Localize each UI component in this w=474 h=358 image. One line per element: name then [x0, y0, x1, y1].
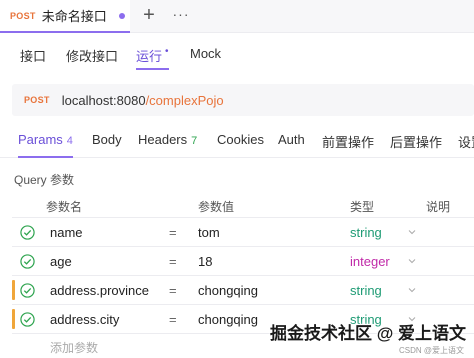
header-type: 类型 — [350, 200, 375, 214]
table-row: name = tom string — [12, 218, 474, 247]
url-method[interactable]: POST — [24, 95, 50, 105]
tab-label: 后置操作 — [390, 135, 443, 150]
check-circle-icon[interactable] — [20, 254, 35, 269]
plus-icon: + — [143, 4, 155, 26]
row-change-marker — [12, 280, 15, 300]
unsaved-dot-icon — [118, 12, 125, 19]
check-circle-icon[interactable] — [20, 283, 35, 298]
more-icon: ··· — [172, 6, 190, 22]
request-tab-method: POST — [10, 10, 36, 21]
chevron-down-icon[interactable] — [408, 228, 416, 236]
params-count-badge: 4 — [66, 135, 73, 147]
tab-headers[interactable]: Headers 7 — [138, 132, 197, 158]
url-bar[interactable]: POST localhost:8080/complexPojo — [12, 84, 474, 116]
param-value[interactable]: tom — [198, 225, 220, 240]
tab-label: Headers — [138, 132, 188, 147]
param-name[interactable]: address.city — [50, 312, 119, 327]
equals-sign: = — [169, 283, 177, 298]
tab-cookies[interactable]: Cookies — [217, 132, 264, 158]
add-parameter-placeholder: 添加参数 — [50, 341, 99, 355]
tab-pre-processors[interactable]: 前置操作 — [322, 132, 374, 158]
header-value: 参数值 — [198, 200, 235, 214]
tab-label: Params — [18, 132, 63, 147]
table-header: 参数名 参数值 类型 说明 — [12, 192, 474, 218]
param-value[interactable]: chongqing — [198, 283, 258, 298]
tab-label: 运行 — [136, 49, 163, 64]
check-circle-icon[interactable] — [20, 225, 35, 240]
watermark: 掘金技术社区 @ 爱上语文 — [269, 324, 466, 343]
tab-params[interactable]: Params 4 — [18, 132, 73, 158]
param-name[interactable]: name — [50, 225, 83, 240]
check-circle-icon[interactable] — [20, 312, 35, 327]
param-name[interactable]: address.province — [50, 283, 149, 298]
query-section-label: Query 参数 — [14, 173, 75, 187]
tab-post-processors[interactable]: 后置操作 — [390, 132, 442, 158]
table-row: address.province = chongqing string — [12, 276, 474, 305]
headers-count-badge: 7 — [191, 135, 198, 147]
request-tab[interactable]: POST 未命名接口 — [0, 0, 130, 33]
add-tab-button[interactable]: + — [138, 4, 160, 28]
chevron-down-icon[interactable] — [408, 257, 416, 265]
tab-label: 修改接口 — [66, 49, 119, 64]
mode-tabs: 接口 修改接口 运行 • Mock — [0, 38, 474, 72]
tab-auth[interactable]: Auth — [278, 132, 305, 158]
param-type[interactable]: string — [350, 283, 382, 298]
header-description: 说明 — [426, 200, 451, 214]
tab-run[interactable]: 运行 • — [136, 46, 169, 70]
equals-sign: = — [169, 225, 177, 240]
tab-run-dot: • — [165, 46, 169, 57]
request-tab-bar: POST 未命名接口 + ··· — [0, 0, 474, 33]
chevron-down-icon[interactable] — [408, 286, 416, 294]
more-options-button[interactable]: ··· — [170, 4, 192, 28]
param-tabs: Params 4 Body Headers 7 Cookies Auth 前置操作 … — [0, 126, 474, 158]
tab-mock[interactable]: Mock — [190, 46, 221, 70]
tab-label: 接口 — [20, 49, 47, 64]
table-row: age = 18 integer — [12, 247, 474, 276]
param-value[interactable]: chongqing — [198, 312, 258, 327]
param-type[interactable]: integer — [350, 254, 390, 269]
tab-settings[interactable]: 设置 — [458, 132, 474, 158]
tab-label: Cookies — [217, 132, 264, 147]
equals-sign: = — [169, 312, 177, 327]
watermark-sub: CSDN @爱上语文 — [398, 346, 464, 355]
tab-label: 设置 — [458, 135, 474, 150]
equals-sign: = — [169, 254, 177, 269]
header-name: 参数名 — [46, 200, 83, 214]
tab-body[interactable]: Body — [92, 132, 122, 158]
url-path: /complexPojo — [145, 92, 224, 108]
param-name[interactable]: age — [50, 254, 72, 269]
param-value[interactable]: 18 — [198, 254, 212, 269]
request-tab-title: 未命名接口 — [41, 9, 107, 24]
tab-edit-interface[interactable]: 修改接口 — [66, 46, 118, 70]
url-host: localhost:8080 — [61, 92, 146, 108]
tab-label: Body — [92, 132, 122, 147]
param-type[interactable]: string — [350, 225, 382, 240]
tab-interface[interactable]: 接口 — [20, 46, 46, 70]
row-change-marker — [12, 309, 15, 329]
tab-label: Auth — [278, 132, 305, 147]
tab-label: 前置操作 — [322, 135, 375, 150]
tab-label: Mock — [190, 46, 222, 61]
